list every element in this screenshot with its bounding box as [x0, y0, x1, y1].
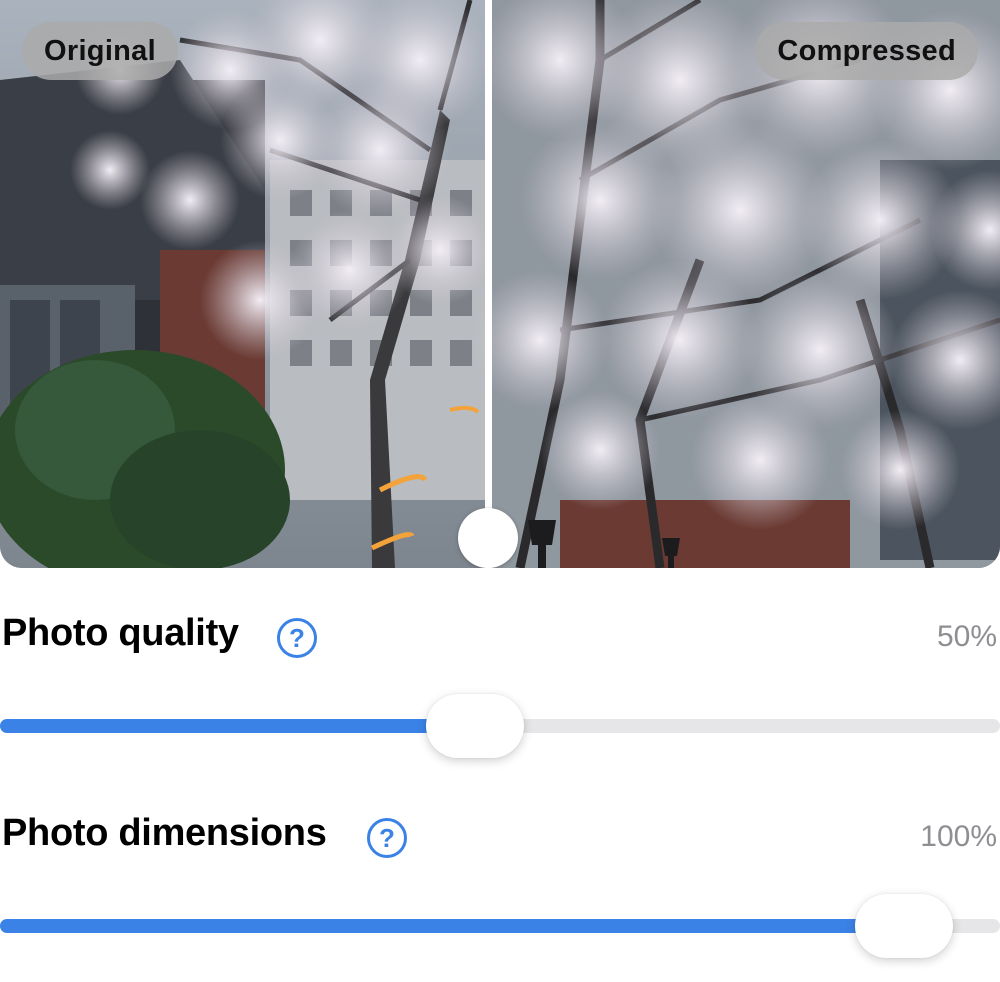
photo-preview [0, 0, 1000, 568]
photo-quality-slider-fill [0, 719, 475, 733]
photo-dimensions-slider-fill [0, 919, 904, 933]
photo-quality-slider[interactable] [0, 694, 1000, 758]
photo-dimensions-slider[interactable] [0, 894, 1000, 958]
photo-quality-label: Photo quality [2, 612, 239, 654]
compressed-label: Compressed [755, 22, 978, 80]
image-comparison[interactable]: Original Compressed [0, 0, 1000, 568]
photo-quality-help-icon[interactable]: ? [277, 618, 317, 658]
comparison-divider-handle[interactable] [458, 508, 518, 568]
photo-quality-slider-thumb[interactable] [425, 694, 524, 758]
photo-dimensions-label: Photo dimensions [2, 812, 327, 854]
photo-quality-value: 50% [936, 620, 997, 653]
photo-dimensions-slider-thumb[interactable] [855, 894, 953, 958]
photo-dimensions-help-icon[interactable]: ? [367, 818, 407, 858]
photo-dimensions-value: 100% [920, 820, 997, 853]
original-label: Original [22, 22, 178, 80]
comparison-divider[interactable] [485, 0, 492, 568]
